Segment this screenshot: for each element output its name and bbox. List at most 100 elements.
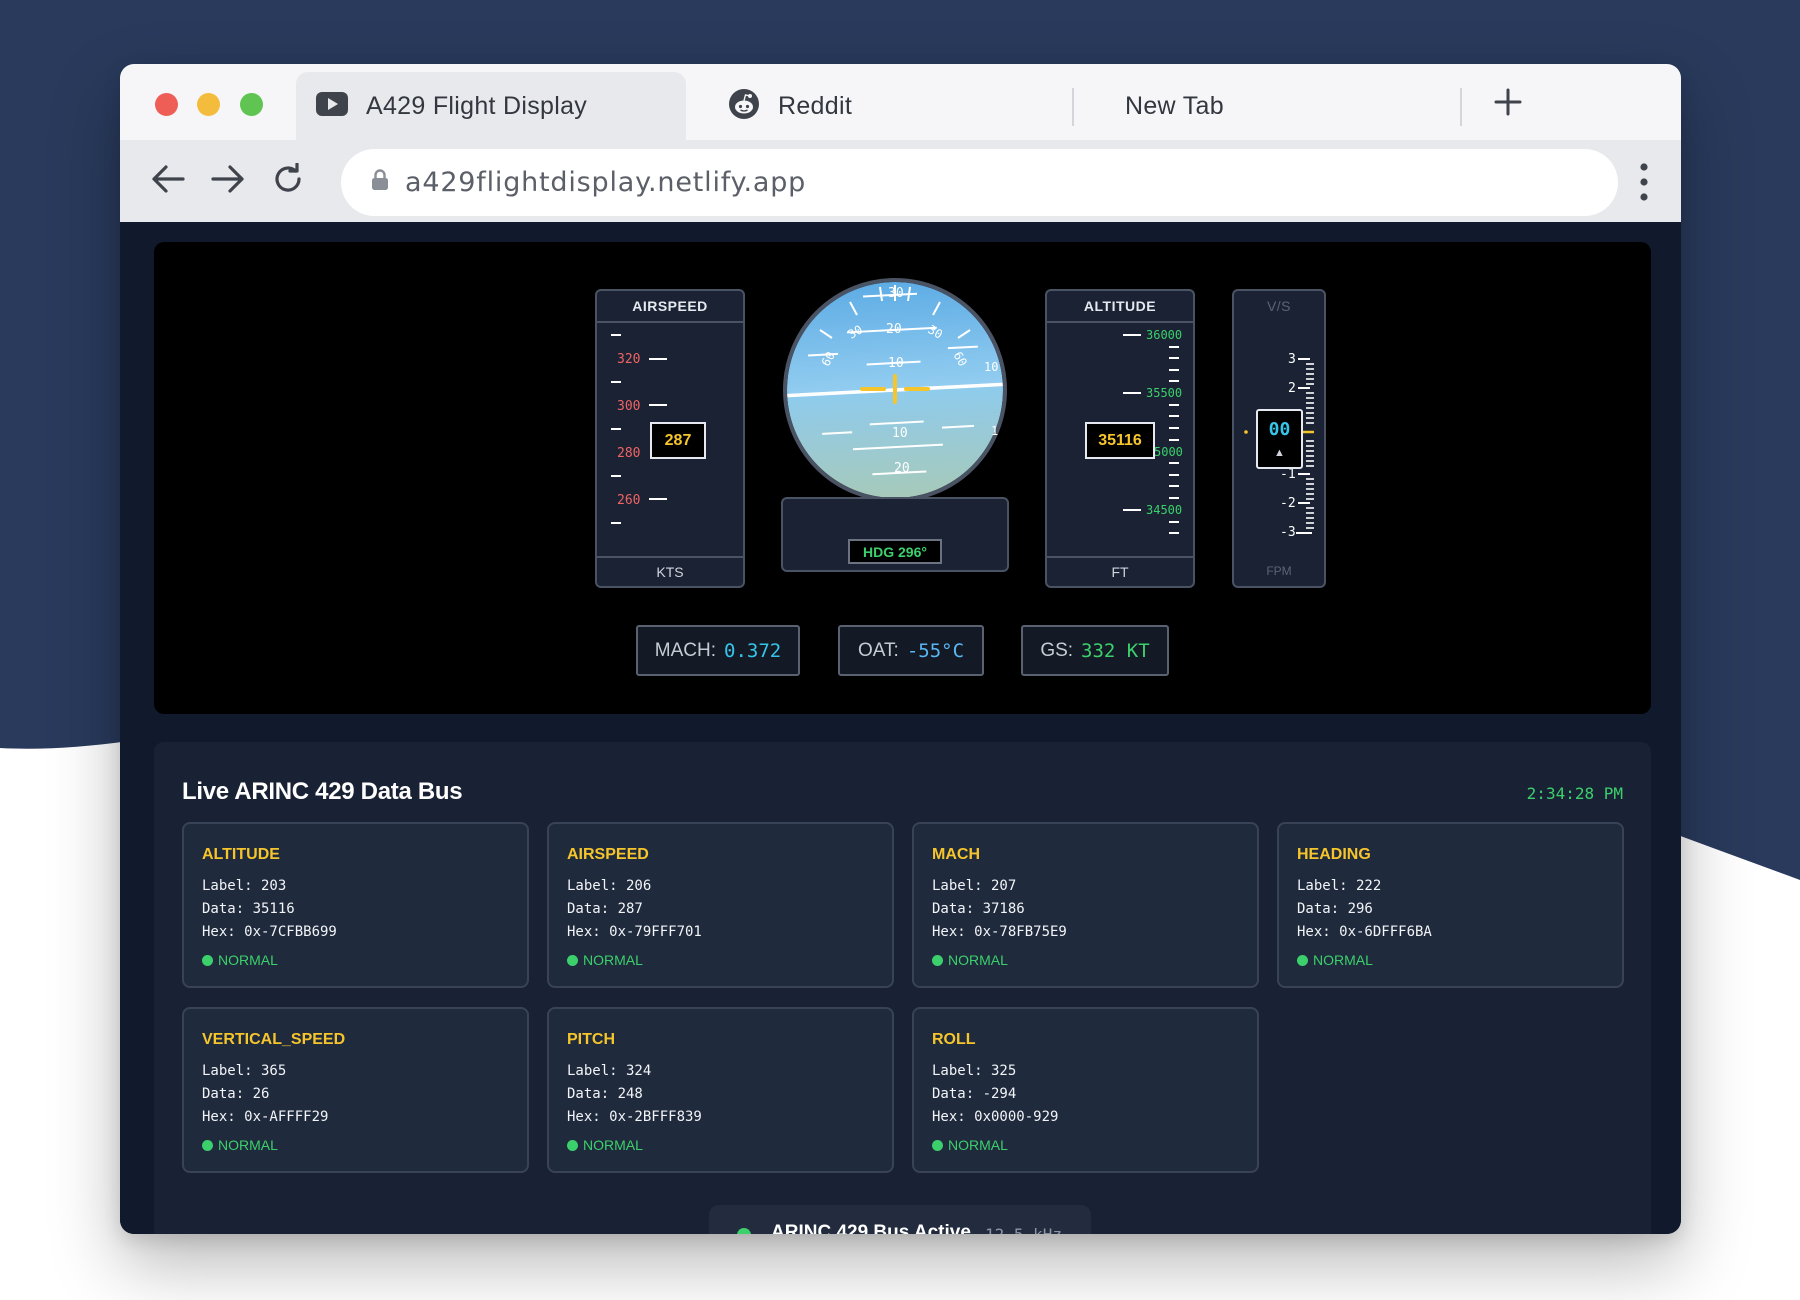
- airspeed-tick-label: 320: [617, 352, 641, 367]
- data-card-mach: MACH Label: 207 Data: 37186 Hex: 0x-78FB…: [912, 822, 1259, 988]
- data-bus-clock: 2:34:28 PM: [1526, 784, 1623, 803]
- status-dot-icon: [202, 1139, 213, 1151]
- status-badge: NORMAL: [932, 952, 1008, 968]
- back-button[interactable]: [148, 161, 188, 201]
- youtube-icon: [316, 91, 348, 121]
- reload-icon: [272, 161, 304, 200]
- heading-readout: HDG 296°: [848, 539, 942, 564]
- ground-speed-label: GS:: [1040, 639, 1074, 661]
- address-bar[interactable]: a429flightdisplay.netlify.app: [341, 149, 1618, 216]
- card-name: MACH: [932, 846, 980, 863]
- tab-separator: [1072, 88, 1074, 126]
- card-name: PITCH: [567, 1031, 615, 1048]
- airspeed-tick-label: 260: [617, 493, 641, 508]
- tab-reddit[interactable]: Reddit: [708, 72, 1095, 140]
- card-name: AIRSPEED: [567, 846, 649, 863]
- vertical-speed-tick-label: 3: [1288, 352, 1296, 367]
- card-data: Data: 35116: [202, 901, 295, 917]
- card-data: Data: 26: [202, 1086, 270, 1102]
- data-card-altitude: ALTITUDE Label: 203 Data: 35116 Hex: 0x-…: [182, 822, 529, 988]
- status-text: NORMAL: [583, 1137, 643, 1153]
- close-window-button[interactable]: [155, 93, 178, 116]
- data-card-vertical-speed: VERTICAL_SPEED Label: 365 Data: 26 Hex: …: [182, 1007, 529, 1173]
- pitch-label: 20: [894, 461, 910, 476]
- forward-button[interactable]: [208, 161, 248, 201]
- oat-readout: OAT: -55°C: [838, 625, 984, 676]
- status-badge: NORMAL: [932, 1137, 1008, 1153]
- heading-indicator: HDG 296°: [781, 497, 1009, 572]
- card-hex: Hex: 0x-AFFFF29: [202, 1109, 329, 1125]
- pitch-label: 20: [886, 322, 902, 337]
- plus-icon: [1494, 88, 1522, 121]
- vertical-speed-unit: FPM: [1266, 564, 1292, 578]
- tab-strip: A429 Flight Display Reddit New Tab: [120, 64, 1681, 140]
- status-badge: NORMAL: [567, 1137, 643, 1153]
- status-badge: NORMAL: [202, 952, 278, 968]
- roll-label: 10: [984, 360, 999, 374]
- tape-divider: [1047, 556, 1193, 558]
- card-hex: Hex: 0x-6DFFF6BA: [1297, 924, 1432, 940]
- card-label: Label: 207: [932, 878, 1017, 894]
- reload-button[interactable]: [268, 161, 308, 201]
- status-badge: NORMAL: [567, 952, 643, 968]
- tab-a429-flight-display[interactable]: A429 Flight Display: [296, 72, 686, 140]
- status-dot-icon: [1297, 954, 1308, 966]
- vertical-speed-readout: 00 ▲: [1256, 409, 1303, 469]
- zoom-window-button[interactable]: [240, 93, 263, 116]
- status-text: NORMAL: [1313, 952, 1373, 968]
- data-card-airspeed: AIRSPEED Label: 206 Data: 287 Hex: 0x-79…: [547, 822, 894, 988]
- tab-title: Reddit: [778, 91, 853, 120]
- ground-speed-readout: GS: 332 KT: [1021, 625, 1169, 676]
- bus-frequency: 12.5 kHz: [985, 1225, 1062, 1234]
- pitch-label: 10: [892, 426, 908, 441]
- card-data: Data: 37186: [932, 901, 1025, 917]
- status-badge: NORMAL: [1297, 952, 1373, 968]
- airspeed-unit: KTS: [656, 564, 684, 580]
- status-dot-icon: [567, 1139, 578, 1151]
- status-text: NORMAL: [583, 952, 643, 968]
- airspeed-tick-label: 280: [617, 446, 641, 461]
- vertical-speed-title: V/S: [1266, 298, 1292, 314]
- altitude-unit: FT: [1111, 564, 1129, 580]
- card-hex: Hex: 0x-79FFF701: [567, 924, 702, 940]
- tab-new-tab[interactable]: New Tab: [1095, 72, 1482, 140]
- ground-speed-value: 332 KT: [1081, 639, 1150, 662]
- browser-menu-button[interactable]: [1632, 162, 1656, 202]
- status-dot-icon: [202, 954, 213, 966]
- vertical-speed-tick-label: -3: [1280, 525, 1296, 540]
- altitude-tape: ALTITUDE 36000 35500 5000 34500 35116 FT: [1045, 289, 1195, 588]
- tab-title: A429 Flight Display: [366, 91, 588, 120]
- card-name: ROLL: [932, 1031, 976, 1048]
- status-dot-icon: [932, 954, 943, 966]
- data-bus-panel: Live ARINC 429 Data Bus 2:34:28 PM ALTIT…: [154, 742, 1651, 1234]
- card-name: HEADING: [1297, 846, 1371, 863]
- bus-active-dot-icon: [737, 1228, 751, 1234]
- mach-label: MACH:: [654, 639, 717, 661]
- primary-flight-display: AIRSPEED 320 300 280 260 287 KTS 30 20 1…: [154, 242, 1651, 714]
- card-name: VERTICAL_SPEED: [202, 1031, 346, 1048]
- status-dot-icon: [932, 1139, 943, 1151]
- status-text: NORMAL: [948, 1137, 1008, 1153]
- card-hex: Hex: 0x-78FB75E9: [932, 924, 1067, 940]
- minimize-window-button[interactable]: [197, 93, 220, 116]
- oat-label: OAT:: [857, 639, 899, 661]
- oat-value: -55°C: [906, 639, 965, 662]
- lock-icon: [371, 169, 389, 196]
- new-tab-button[interactable]: [1486, 82, 1530, 126]
- vertical-speed-tick-label: -1: [1280, 467, 1296, 482]
- card-label: Label: 365: [202, 1063, 287, 1079]
- airspeed-title: AIRSPEED: [632, 298, 708, 314]
- status-text: NORMAL: [218, 952, 278, 968]
- card-label: Label: 203: [202, 878, 287, 894]
- card-label: Label: 206: [567, 878, 652, 894]
- altitude-title: ALTITUDE: [1083, 298, 1157, 314]
- pitch-label: 10: [888, 356, 904, 371]
- status-badge: NORMAL: [202, 1137, 278, 1153]
- altitude-readout: 35116: [1085, 422, 1155, 459]
- tape-divider: [597, 556, 743, 558]
- altitude-tick-label: 36000: [1146, 328, 1183, 342]
- card-data: Data: 287: [567, 901, 643, 917]
- climb-arrow-icon: ▲: [1274, 447, 1285, 459]
- airspeed-readout: 287: [650, 422, 706, 459]
- data-card-roll: ROLL Label: 325 Data: -294 Hex: 0x0000-9…: [912, 1007, 1259, 1173]
